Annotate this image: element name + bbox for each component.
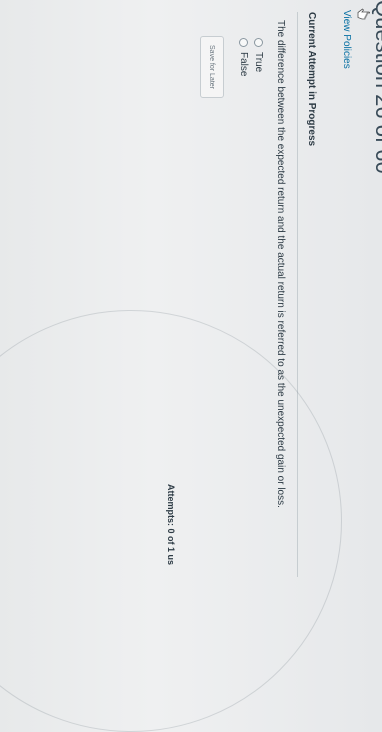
radio-icon[interactable] xyxy=(239,38,248,47)
radio-icon[interactable] xyxy=(254,38,263,47)
option-false[interactable]: False xyxy=(238,38,249,76)
attempts-counter: Attempts: 0 of 1 us xyxy=(166,484,176,566)
option-false-label: False xyxy=(238,52,249,77)
divider xyxy=(297,12,298,577)
attempt-heading: Current Attempt in Progress xyxy=(306,12,317,147)
option-true[interactable]: True xyxy=(253,38,264,72)
view-policies-link[interactable]: View Policies xyxy=(341,10,352,69)
question-text: The difference between the expected retu… xyxy=(275,20,286,508)
quiz-page: Question 26 of 60 View Policies Current … xyxy=(0,0,382,732)
cursor-hand-icon xyxy=(357,8,370,20)
save-for-later-button[interactable]: Save for Later xyxy=(200,36,224,98)
question-number-header: Question 26 of 60 xyxy=(371,0,382,174)
option-true-label: True xyxy=(253,52,264,73)
